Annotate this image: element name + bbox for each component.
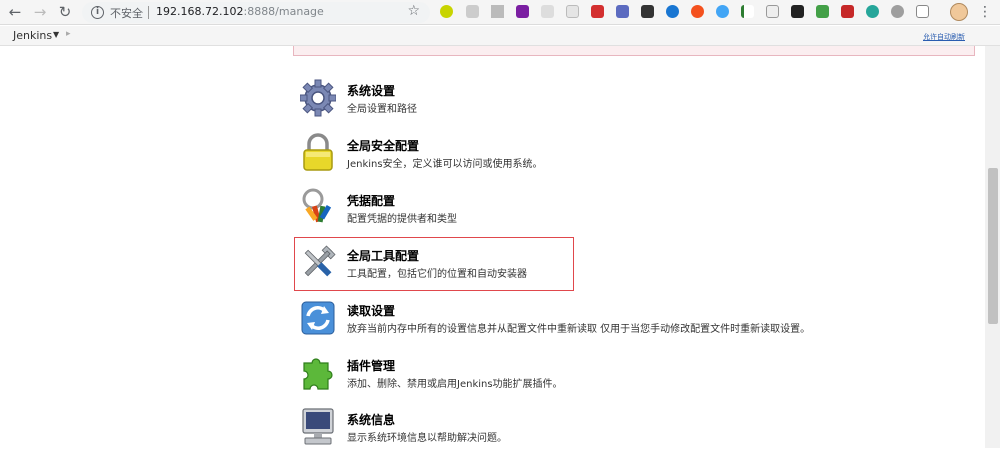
extension-icon[interactable]	[641, 5, 654, 18]
extension-icon[interactable]	[841, 5, 854, 18]
item-description: 添加、删除、禁用或启用Jenkins功能扩展插件。	[347, 379, 563, 390]
browser-toolbar: ← → ↻ i 不安全 192.168.72.102:8888/manage ☆…	[0, 0, 1000, 25]
manage-item-plugins[interactable]: 插件管理 添加、删除、禁用或启用Jenkins功能扩展插件。	[300, 353, 900, 401]
address-bar[interactable]: i 不安全 192.168.72.102:8888/manage ☆	[82, 2, 430, 23]
item-title[interactable]: 凭据配置	[347, 192, 395, 209]
item-description: 放弃当前内存中所有的设置信息并从配置文件中重新读取 仅用于当您手动修改配置文件时…	[347, 324, 811, 335]
extension-icon[interactable]	[891, 5, 904, 18]
breadcrumb: Jenkins ▼ ▸ 允许自动刷新	[0, 26, 1000, 46]
item-title[interactable]: 读取设置	[347, 302, 395, 319]
profile-avatar[interactable]	[950, 3, 968, 21]
computer-icon	[302, 408, 334, 445]
item-description: 显示系统环境信息以帮助解决问题。	[347, 433, 507, 444]
manage-item-credentials[interactable]: 凭据配置 配置凭据的提供者和类型	[300, 188, 900, 236]
tools-icon	[304, 245, 336, 277]
url-path: :8888/manage	[243, 5, 324, 18]
reload-icon[interactable]: ↻	[56, 3, 74, 21]
auto-refresh-link[interactable]: 允许自动刷新	[923, 32, 965, 42]
extension-icon[interactable]	[716, 5, 729, 18]
extension-icon[interactable]	[516, 5, 529, 18]
extension-icon[interactable]	[591, 5, 604, 18]
lock-icon	[303, 133, 333, 171]
gear-icon	[300, 79, 336, 117]
item-title[interactable]: 全局工具配置	[347, 247, 419, 264]
extension-icon[interactable]	[491, 5, 504, 18]
extension-icon[interactable]	[916, 5, 929, 18]
manage-item-global-tools[interactable]: 全局工具配置 工具配置，包括它们的位置和自动安装器	[300, 243, 900, 291]
extension-icon[interactable]	[866, 5, 879, 18]
item-description: 工具配置，包括它们的位置和自动安装器	[347, 269, 527, 280]
back-icon[interactable]: ←	[6, 3, 24, 21]
puzzle-icon	[303, 358, 333, 390]
item-description: Jenkins安全，定义谁可以访问或使用系统。	[347, 159, 543, 170]
extension-icon[interactable]	[616, 5, 629, 18]
scrollbar-thumb[interactable]	[988, 168, 998, 324]
manage-item-system-settings[interactable]: 系统设置 全局设置和路径	[300, 78, 900, 126]
alert-box	[293, 46, 975, 56]
forward-icon[interactable]: →	[31, 3, 49, 21]
extension-icon[interactable]	[816, 5, 829, 18]
extension-icon[interactable]	[666, 5, 679, 18]
chevron-right-icon: ▸	[66, 29, 71, 39]
extension-icon[interactable]	[566, 5, 579, 18]
extension-icon[interactable]	[766, 5, 779, 18]
keys-icon	[302, 188, 332, 223]
manage-item-reload-config[interactable]: 读取设置 放弃当前内存中所有的设置信息并从配置文件中重新读取 仅用于当您手动修改…	[300, 298, 900, 346]
breadcrumb-jenkins[interactable]: Jenkins	[13, 29, 52, 42]
extension-icon[interactable]	[440, 5, 453, 18]
reload-arrows-icon	[301, 301, 335, 335]
extension-icon[interactable]	[691, 5, 704, 18]
url-text: 192.168.72.102:8888/manage	[156, 5, 324, 18]
menu-icon[interactable]: ⋮	[978, 3, 992, 21]
item-title[interactable]: 全局安全配置	[347, 137, 419, 154]
item-title[interactable]: 系统设置	[347, 82, 395, 99]
item-title[interactable]: 系统信息	[347, 411, 395, 428]
bookmark-star-icon[interactable]: ☆	[407, 3, 420, 19]
omnibox-divider	[148, 6, 149, 19]
manage-item-global-security[interactable]: 全局安全配置 Jenkins安全，定义谁可以访问或使用系统。	[300, 133, 900, 181]
security-label: 不安全	[110, 7, 143, 20]
extension-icon[interactable]	[466, 5, 479, 18]
info-icon[interactable]: i	[91, 6, 104, 19]
chevron-down-icon[interactable]: ▼	[53, 30, 59, 39]
extension-icon[interactable]	[791, 5, 804, 18]
extension-icon[interactable]	[541, 5, 554, 18]
item-description: 配置凭据的提供者和类型	[347, 214, 457, 225]
extension-icon[interactable]	[741, 5, 754, 18]
item-description: 全局设置和路径	[347, 104, 417, 115]
url-host: 192.168.72.102	[156, 5, 244, 18]
item-title[interactable]: 插件管理	[347, 357, 395, 374]
